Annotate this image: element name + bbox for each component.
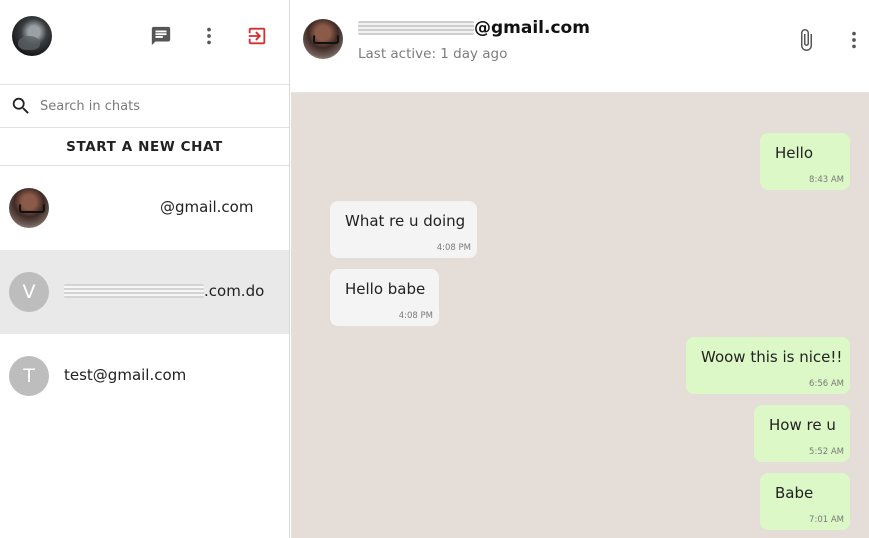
- search-icon: [10, 95, 32, 117]
- sidebar: START A NEW CHAT @gmail.com V .com.do T …: [0, 0, 290, 538]
- message-text: Babe: [775, 484, 814, 502]
- chat-item-name-text: .com.do: [204, 282, 265, 300]
- redacted-text: [64, 284, 204, 298]
- sidebar-header: [0, 0, 289, 85]
- more-vert-icon[interactable]: [842, 28, 866, 52]
- contact-name: @gmail.com: [358, 18, 590, 38]
- last-active-status: Last active: 1 day ago: [358, 46, 508, 62]
- chat-item-name: @gmail.com: [160, 198, 254, 216]
- redacted-text: [358, 21, 474, 35]
- chat-item[interactable]: @gmail.com: [0, 166, 289, 250]
- message-time: 6:56 AM: [809, 379, 844, 389]
- message-bubble-outgoing: Babe 7:01 AM: [760, 473, 850, 530]
- more-vert-icon[interactable]: [197, 24, 221, 48]
- search-input[interactable]: [40, 95, 280, 117]
- start-new-chat-button[interactable]: START A NEW CHAT: [0, 128, 289, 166]
- message-bubble-outgoing: Hello 8:43 AM: [760, 133, 850, 190]
- logout-icon[interactable]: [245, 24, 269, 48]
- message-text: What re u doing: [345, 212, 466, 230]
- chat-item[interactable]: V .com.do: [0, 250, 289, 334]
- message-text: How re u: [769, 416, 836, 434]
- avatar-initial: V: [22, 281, 36, 303]
- conversation-header: @gmail.com Last active: 1 day ago: [291, 0, 869, 93]
- message-bubble-incoming: What re u doing 4:08 PM: [330, 201, 477, 258]
- contact-avatar: T: [9, 356, 49, 396]
- contact-avatar: V: [9, 272, 49, 312]
- message-text: Hello babe: [345, 280, 426, 298]
- search-bar: [0, 85, 289, 128]
- attach-icon[interactable]: [794, 28, 818, 52]
- chat-item-name: .com.do: [64, 282, 264, 300]
- message-time: 5:52 AM: [809, 447, 844, 457]
- message-time: 8:43 AM: [809, 175, 844, 185]
- message-text: Hello: [775, 144, 814, 162]
- message-time: 4:08 PM: [398, 311, 433, 321]
- message-bubble-outgoing: Woow this is nice!! 6:56 AM: [686, 337, 850, 394]
- chat-icon[interactable]: [149, 24, 173, 48]
- contact-avatar[interactable]: [303, 19, 343, 59]
- message-time: 7:01 AM: [809, 515, 844, 525]
- user-avatar[interactable]: [12, 16, 52, 56]
- message-bubble-incoming: Hello babe 4:08 PM: [330, 269, 439, 326]
- chat-item-name: test@gmail.com: [64, 366, 187, 384]
- contact-avatar: [9, 188, 49, 228]
- message-text: Woow this is nice!!: [701, 348, 843, 366]
- avatar-initial: T: [23, 365, 35, 387]
- contact-name-text: @gmail.com: [474, 18, 590, 38]
- message-time: 4:08 PM: [436, 243, 471, 253]
- message-bubble-outgoing: How re u 5:52 AM: [754, 405, 850, 462]
- chat-item[interactable]: T test@gmail.com: [0, 334, 289, 418]
- message-list: Hello 8:43 AM What re u doing 4:08 PM He…: [291, 93, 869, 538]
- conversation-panel: @gmail.com Last active: 1 day ago Hello …: [291, 0, 869, 538]
- chat-list: @gmail.com V .com.do T test@gmail.com: [0, 166, 289, 418]
